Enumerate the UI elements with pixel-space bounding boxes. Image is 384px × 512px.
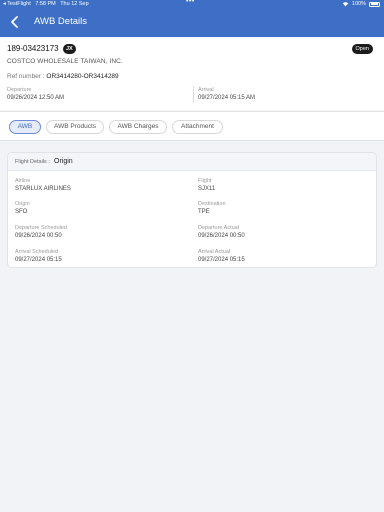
carrier-code-badge: JX bbox=[63, 44, 76, 54]
flight-label: Flight bbox=[198, 178, 212, 184]
arrival-scheduled-value: 09/27/2024 05:15 bbox=[15, 257, 62, 263]
departure-scheduled-value: 09/26/2024 00:50 bbox=[15, 233, 62, 239]
departure-scheduled-label: Departure Scheduled bbox=[15, 225, 67, 231]
back-chevron-icon[interactable] bbox=[9, 15, 21, 29]
status-badge: Open bbox=[351, 44, 373, 54]
top-bar: ◂ TestFlight 7:58 PM Thu 12 Sep ••• 100%… bbox=[0, 0, 384, 37]
page-title: AWB Details bbox=[34, 16, 87, 27]
tab-bar: AWB AWB Products AWB Charges Attachment bbox=[0, 111, 384, 141]
tab-awb[interactable]: AWB bbox=[9, 120, 41, 134]
company-name: COSTCO WHOLESALE TAIWAN, INC. bbox=[7, 58, 123, 65]
flight-value: SJX11 bbox=[198, 186, 216, 192]
status-bar: ◂ TestFlight 7:58 PM Thu 12 Sep ••• 100% bbox=[0, 0, 384, 9]
arrival-scheduled-label: Arrival Scheduled bbox=[15, 249, 59, 255]
tab-attachment[interactable]: Attachment bbox=[172, 120, 223, 134]
destination-label: Destination bbox=[198, 201, 226, 207]
status-time: 7:58 PM bbox=[35, 1, 56, 7]
departure-label: Departure bbox=[7, 87, 32, 93]
tab-awb-charges[interactable]: AWB Charges bbox=[109, 120, 167, 134]
wifi-icon bbox=[342, 2, 349, 7]
arrival-actual-label: Arrival Actual bbox=[198, 249, 231, 255]
destination-value: TPE bbox=[198, 209, 210, 215]
ref-number-label: Ref number : bbox=[7, 73, 45, 80]
flight-details-header: Flight Details : Origin bbox=[8, 153, 376, 171]
battery-icon bbox=[369, 1, 380, 7]
awb-summary: 189-03423173 JX Open COSTCO WHOLESALE TA… bbox=[0, 37, 384, 110]
origin-label: Origin bbox=[15, 201, 30, 207]
ref-number-value: OR3414280-OR3414289 bbox=[46, 73, 119, 80]
arrival-value: 09/27/2024 05:15 AM bbox=[198, 95, 256, 101]
divider bbox=[193, 86, 194, 103]
departure-actual-label: Departure Actual bbox=[198, 225, 239, 231]
tab-awb-products[interactable]: AWB Products bbox=[46, 120, 104, 134]
flight-details-label: Flight Details : bbox=[15, 159, 50, 165]
flight-details-card: Flight Details : Origin Airline STARLUX … bbox=[7, 152, 377, 268]
battery-percent: 100% bbox=[351, 1, 366, 7]
airline-label: Airline bbox=[15, 178, 31, 184]
status-app[interactable]: ◂ TestFlight bbox=[3, 1, 31, 7]
airline-value: STARLUX AIRLINES bbox=[15, 186, 71, 192]
origin-value: SFO bbox=[15, 209, 28, 215]
awb-number: 189-03423173 bbox=[7, 44, 59, 53]
arrival-actual-value: 09/27/2024 05:15 bbox=[198, 257, 245, 263]
departure-value: 09/26/2024 12:50 AM bbox=[7, 95, 65, 101]
arrival-label: Arrival bbox=[198, 87, 214, 93]
multitask-dots-icon[interactable]: ••• bbox=[186, 0, 195, 5]
ref-number: Ref number : OR3414280-OR3414289 bbox=[7, 73, 119, 80]
status-date: Thu 12 Sep bbox=[60, 1, 89, 7]
flight-details-origin: Origin bbox=[54, 158, 73, 165]
departure-actual-value: 09/26/2024 00:50 bbox=[198, 233, 245, 239]
